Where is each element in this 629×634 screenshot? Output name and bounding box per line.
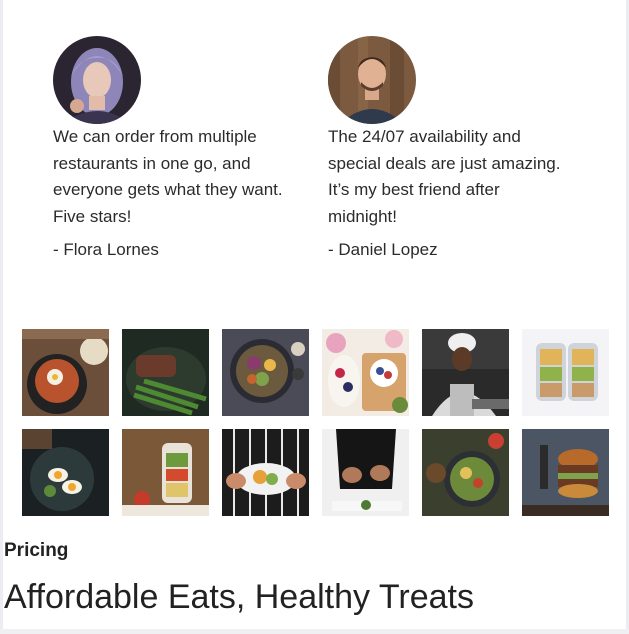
testimonial-quote: The 24/07 availability and special deals… bbox=[328, 127, 561, 226]
avatar-flora bbox=[53, 36, 141, 124]
section-eyebrow: Pricing bbox=[4, 540, 69, 561]
page-left-edge bbox=[0, 0, 3, 634]
gallery-image-burger[interactable] bbox=[522, 429, 609, 516]
gallery-image-buddha-bowl[interactable] bbox=[222, 329, 309, 416]
gallery-image-egg-salad[interactable] bbox=[22, 429, 109, 516]
testimonial-card: We can order from multiple restaurants i… bbox=[53, 36, 303, 259]
gallery-image-hotpot[interactable] bbox=[22, 329, 109, 416]
gallery-image-fruit-board[interactable] bbox=[322, 329, 409, 416]
testimonial-author: - Daniel Lopez bbox=[328, 240, 438, 259]
gallery-image-steak-beans[interactable] bbox=[122, 329, 209, 416]
page-bottom-edge bbox=[0, 629, 629, 634]
gallery-image-chef[interactable] bbox=[422, 329, 509, 416]
testimonial-author: - Flora Lornes bbox=[53, 240, 159, 259]
gallery-image-plating[interactable] bbox=[322, 429, 409, 516]
testimonial-card: The 24/07 availability and special deals… bbox=[328, 36, 578, 259]
gallery-image-salad-jar[interactable] bbox=[122, 429, 209, 516]
section-headline: Affordable Eats, Healthy Treats bbox=[4, 578, 474, 616]
testimonial-quote: We can order from multiple restaurants i… bbox=[53, 127, 283, 226]
avatar-daniel bbox=[328, 36, 416, 124]
gallery-image-bowls[interactable] bbox=[422, 429, 509, 516]
gallery-image-meal-prep[interactable] bbox=[522, 329, 609, 416]
gallery-image-apron-plate[interactable] bbox=[222, 429, 309, 516]
